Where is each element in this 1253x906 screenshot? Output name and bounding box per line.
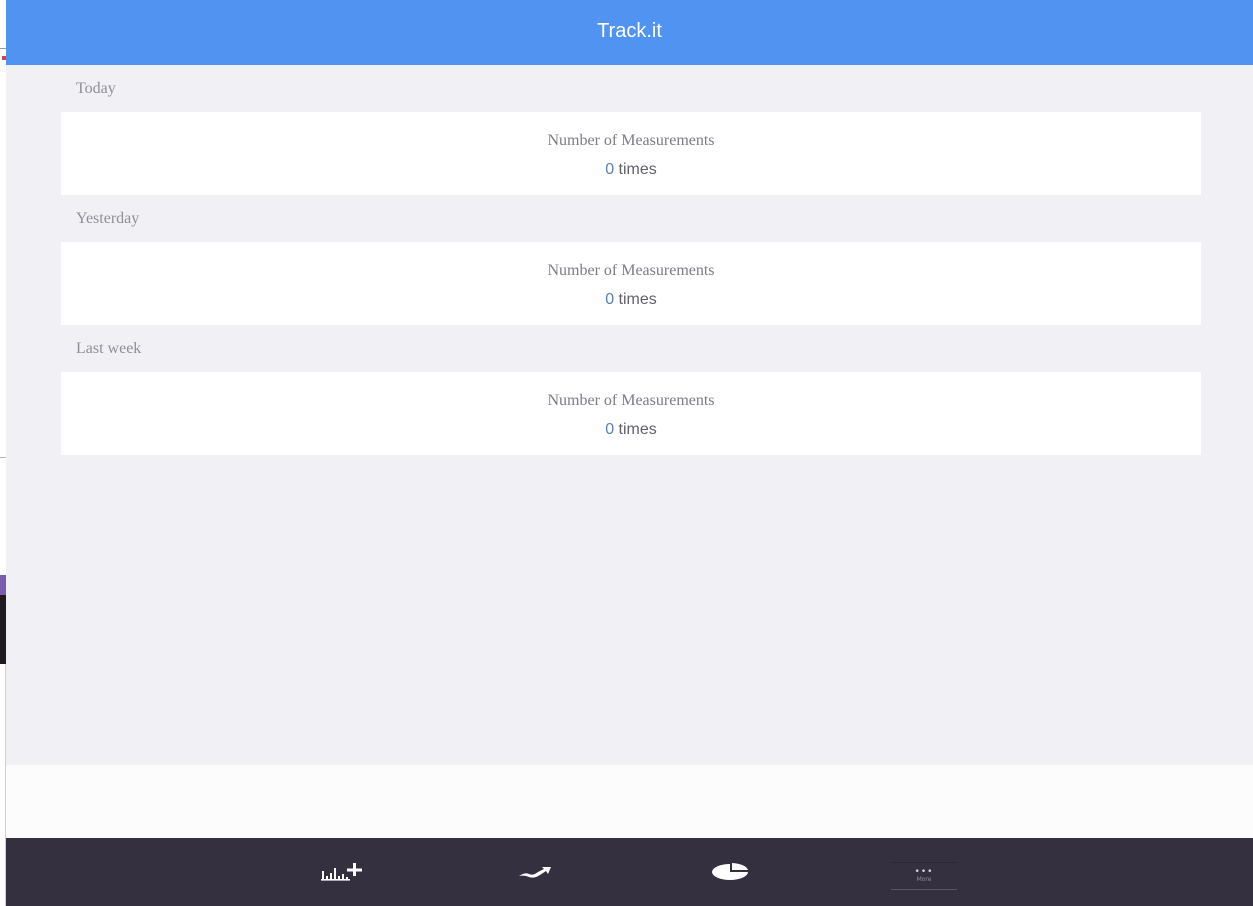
tab-statistics[interactable] [690, 838, 770, 906]
metric-count: 0 [605, 161, 615, 178]
metric-unit: times [614, 161, 657, 178]
metric-label: Number of Measurements [547, 132, 715, 149]
section-label-today: Today [76, 80, 116, 97]
metric-label: Number of Measurements [547, 392, 715, 409]
metric-count: 0 [605, 421, 615, 438]
metric-label: Number of Measurements [547, 262, 715, 279]
more-dots-icon: ••• [914, 867, 934, 877]
pie-chart-icon [712, 863, 748, 880]
tab-add-measurement[interactable] [303, 838, 383, 906]
app-header: Track.it [6, 0, 1253, 65]
app-window: Track.it Today Number of Measurements 0 … [6, 0, 1253, 906]
summary-card-yesterday[interactable]: Number of Measurements 0 times [61, 242, 1201, 325]
section-label-yesterday: Yesterday [76, 210, 140, 227]
metric-value: 0 times [61, 291, 1201, 309]
app-title: Track.it [597, 20, 662, 42]
metric-unit: times [614, 291, 657, 308]
footer-spacer [6, 765, 1253, 838]
bar-chart-plus-icon [321, 863, 362, 881]
section-label-last-week: Last week [76, 340, 142, 357]
trend-line-icon [519, 867, 551, 878]
metric-value: 0 times [61, 161, 1201, 179]
summary-card-today[interactable]: Number of Measurements 0 times [61, 112, 1201, 195]
metric-value: 0 times [61, 421, 1201, 439]
summary-card-last-week[interactable]: Number of Measurements 0 times [61, 372, 1201, 455]
tab-more-label: More [916, 876, 932, 883]
bottom-tab-bar: ••• More [6, 838, 1253, 906]
metric-count: 0 [605, 291, 615, 308]
tab-more[interactable]: ••• More [891, 862, 957, 890]
tab-trends[interactable] [495, 838, 575, 906]
metric-unit: times [614, 421, 657, 438]
